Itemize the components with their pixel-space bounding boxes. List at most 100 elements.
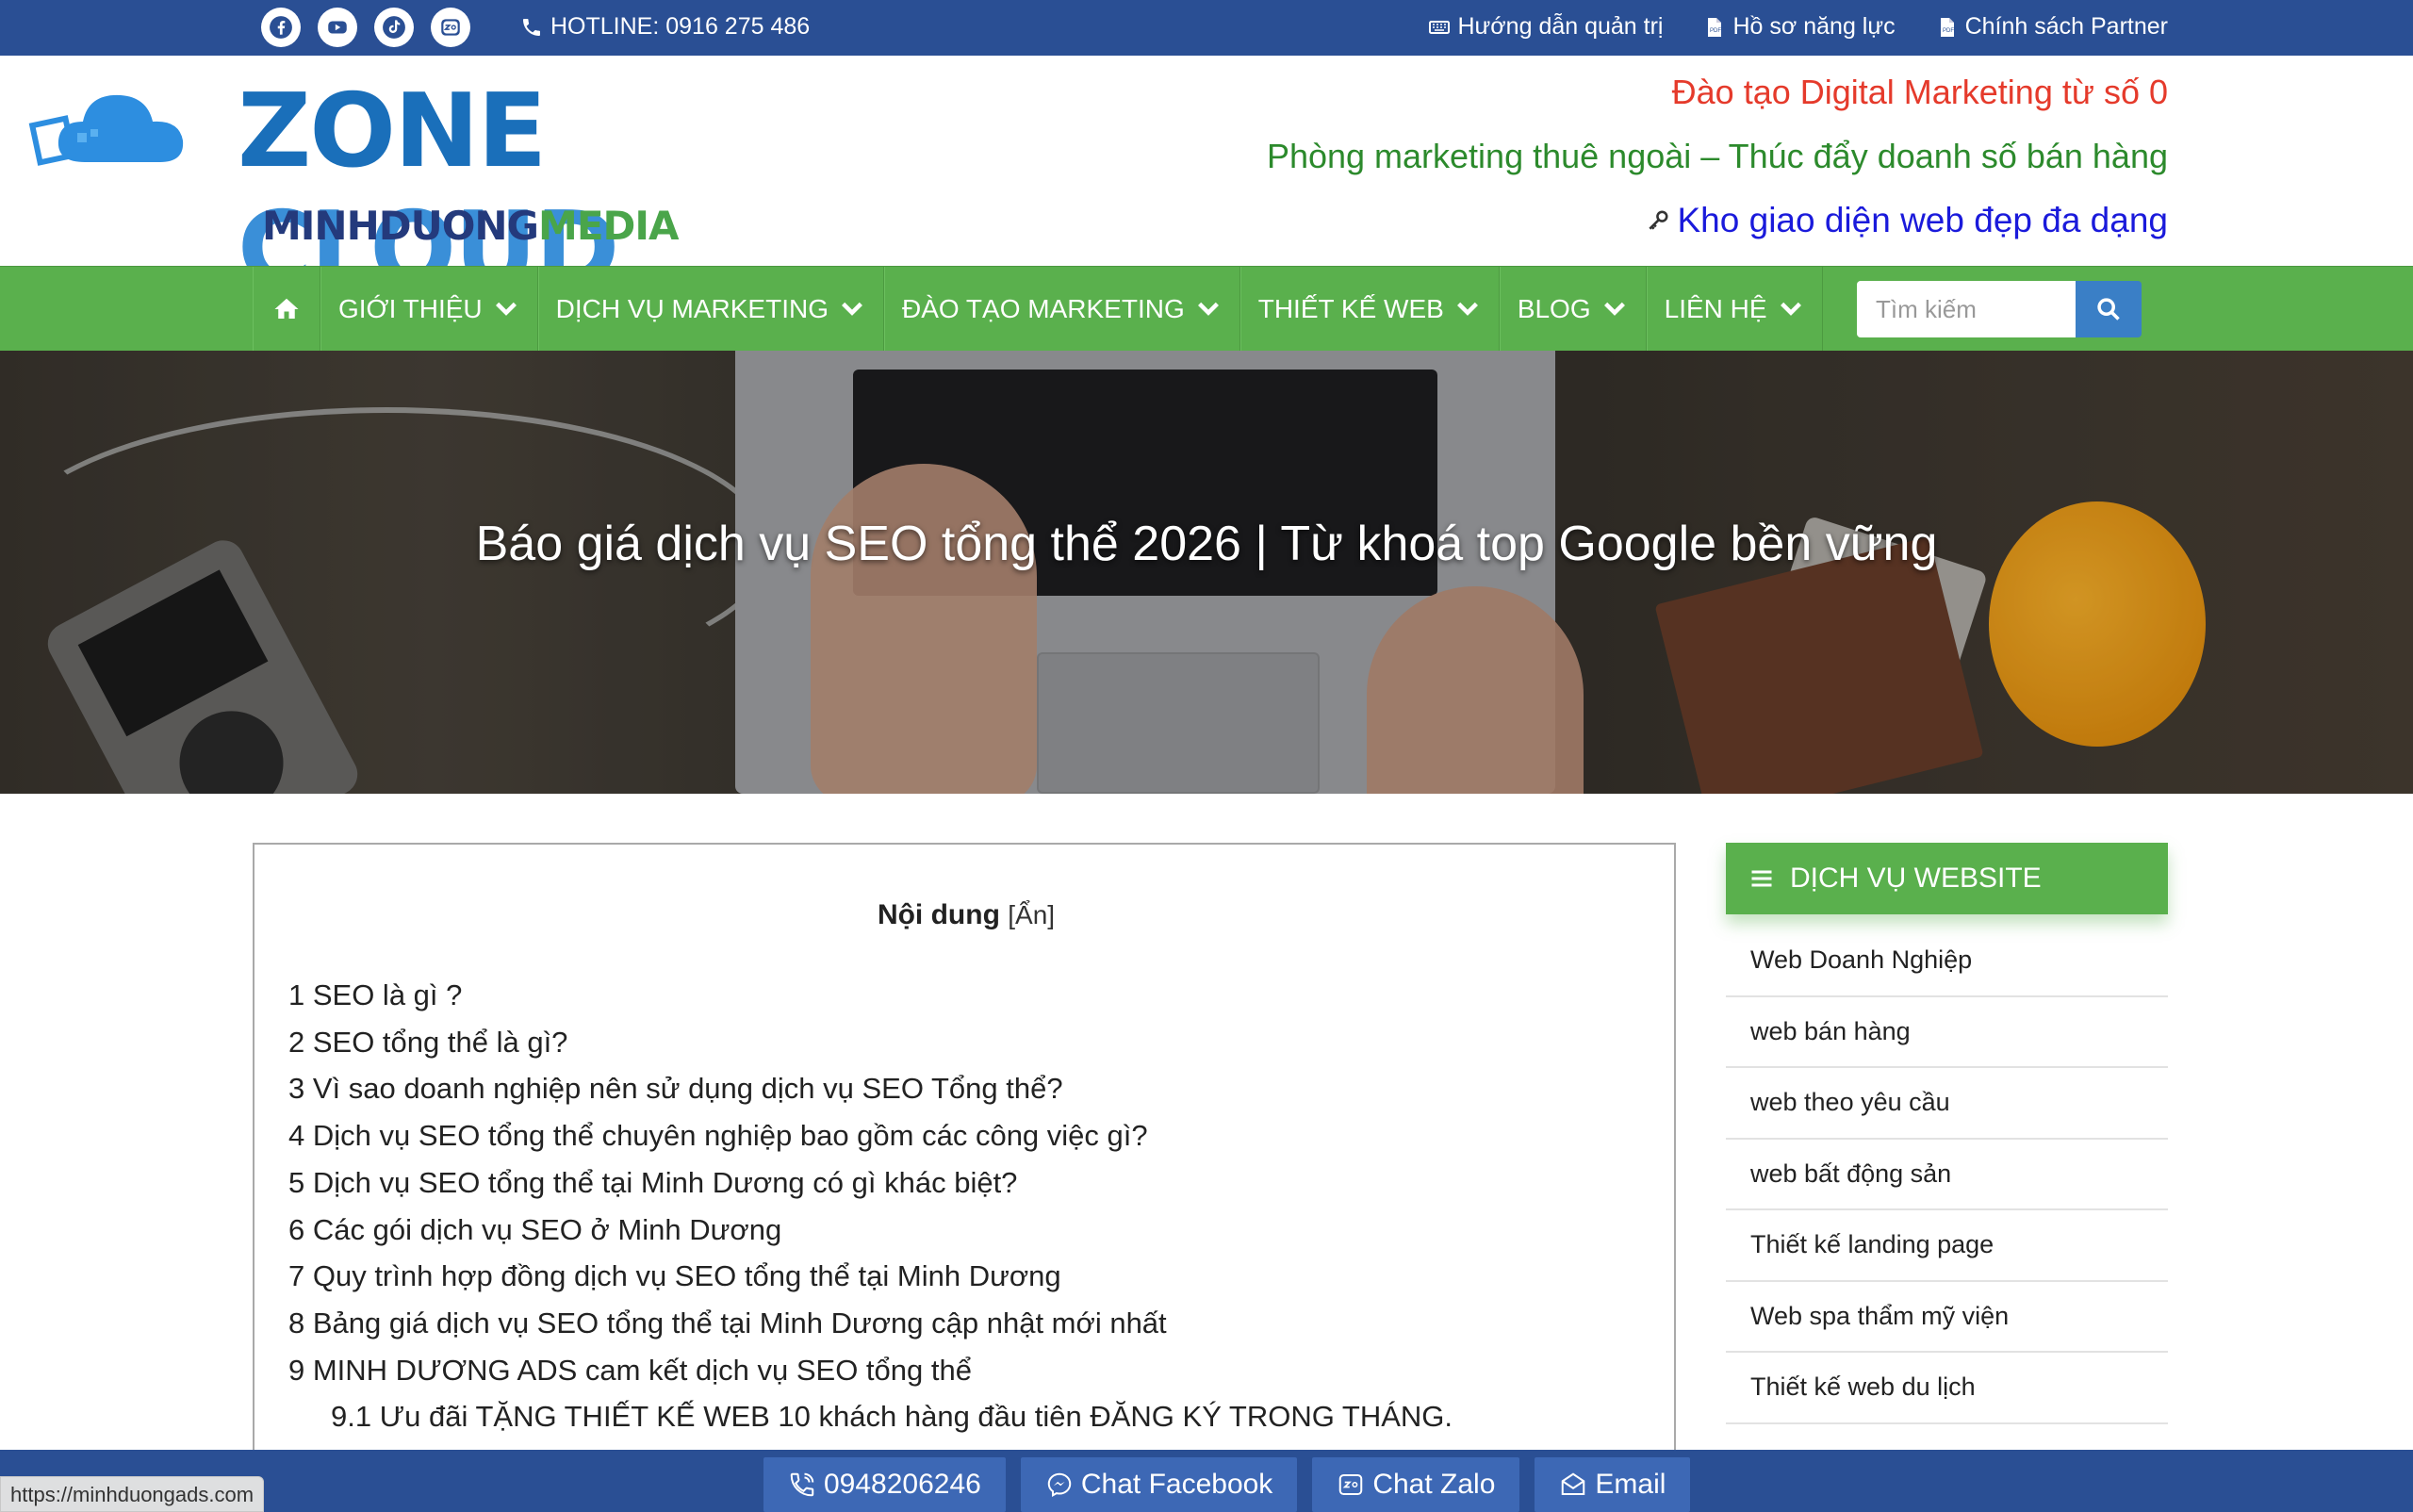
toc-item[interactable]: 3 Vì sao doanh nghiệp nên sử dụng dịch v… (288, 1065, 1453, 1112)
chat-facebook-button[interactable]: Chat Facebook (1020, 1457, 1298, 1512)
zalo-social-link[interactable] (431, 8, 470, 47)
sidebar-header: DỊCH VỤ WEBSITE (1726, 843, 2168, 914)
toc-header: Nội dung [Ẩn] (254, 899, 1678, 931)
header-taglines: Đào tạo Digital Marketing từ số 0 Phòng … (1267, 73, 2168, 240)
chevron-down-icon (1780, 302, 1801, 316)
nav-items: GIỚI THIỆU DỊCH VỤ MARKETING ĐÀO TẠO MAR… (253, 267, 1823, 352)
facebook-icon (270, 16, 292, 39)
cloud-logo-icon (28, 94, 184, 166)
site-logo[interactable]: ZONE CLOUD MINHDUONGMEDIA (28, 65, 858, 308)
nav-about-label: GIỚI THIỆU (338, 294, 483, 323)
nav-blog-label: BLOG (1517, 294, 1591, 323)
home-icon (274, 298, 299, 319)
zalo-chat-icon (1339, 1474, 1363, 1495)
nav-contact-label: LIÊN HỆ (1664, 294, 1767, 323)
partner-policy-link[interactable]: PDF Chính sách Partner (1935, 13, 2168, 41)
search-icon (2097, 298, 2120, 320)
email-icon (1562, 1472, 1585, 1495)
toc-item[interactable]: 2 SEO tổng thể là gì? (288, 1019, 1453, 1066)
nav-web-design[interactable]: THIẾT KẾ WEB (1239, 267, 1500, 352)
chevron-down-icon (495, 302, 517, 316)
tiktok-social-link[interactable] (374, 8, 414, 47)
sidebar-item[interactable]: Thiết kế web du lịch (1726, 1353, 2168, 1424)
contact-buttons: 0948206246 Chat Facebook Chat Zalo Email (763, 1457, 1691, 1512)
toc-item[interactable]: 5 Dịch vụ SEO tổng thể tại Minh Dương có… (288, 1159, 1453, 1207)
sidebar-item[interactable]: Thiết kế landing page (1726, 1210, 2168, 1282)
call-button-label: 0948206246 (824, 1469, 981, 1500)
tagline-outsourcing[interactable]: Phòng marketing thuê ngoài – Thúc đẩy do… (1267, 137, 2168, 176)
chevron-down-icon (1456, 302, 1478, 316)
toc-list: 1 SEO là gì ? 2 SEO tổng thể là gì? 3 Vì… (288, 972, 1453, 1440)
chevron-down-icon (1603, 302, 1625, 316)
sidebar-title: DỊCH VỤ WEBSITE (1790, 863, 2042, 894)
pdf-file-icon: PDF (1708, 17, 1722, 37)
toc-item[interactable]: 7 Quy trình hợp đồng dịch vụ SEO tổng th… (288, 1253, 1453, 1300)
logo-zone-text: ZONE (238, 73, 547, 190)
sidebar-website-services: DỊCH VỤ WEBSITE Web Doanh Nghiệp web bán… (1726, 843, 2168, 1424)
chat-zalo-label: Chat Zalo (1372, 1469, 1496, 1500)
hero-banner: Báo giá dịch vụ SEO tổng thể 2026 | Từ k… (0, 351, 2413, 794)
call-button[interactable]: 0948206246 (763, 1457, 1006, 1512)
youtube-social-link[interactable] (318, 8, 357, 47)
admin-guide-label: Hướng dẫn quản trị (1457, 13, 1664, 40)
hero-overlay (0, 351, 2413, 794)
zalo-icon (441, 19, 460, 36)
key-icon (1648, 210, 1668, 230)
toc-item[interactable]: 8 Bảng giá dịch vụ SEO tổng thể tại Minh… (288, 1300, 1453, 1347)
top-bar: HOTLINE: 0916 275 486 Hướng dẫn quản trị… (0, 0, 2413, 56)
chat-zalo-button[interactable]: Chat Zalo (1312, 1457, 1520, 1512)
logo-subtitle: MINHDUONGMEDIA (262, 203, 680, 249)
tagline-training[interactable]: Đào tạo Digital Marketing từ số 0 (1267, 73, 2168, 112)
menu-icon (1751, 870, 1772, 887)
svg-text:PDF: PDF (1943, 28, 1954, 34)
hotline[interactable]: HOTLINE: 0916 275 486 (520, 13, 810, 41)
nav-marketing-services-label: DỊCH VỤ MARKETING (555, 294, 829, 323)
toc-item[interactable]: 6 Các gói dịch vụ SEO ở Minh Dương (288, 1207, 1453, 1254)
tagline-templates[interactable]: Kho giao diện web đẹp đa dạng (1267, 201, 2168, 240)
chat-facebook-label: Chat Facebook (1080, 1469, 1273, 1500)
toc-item[interactable]: 1 SEO là gì ? (288, 972, 1453, 1019)
sidebar-item[interactable]: Web Doanh Nghiệp (1726, 926, 2168, 997)
toc-title: Nội dung (877, 899, 1000, 930)
company-profile-link[interactable]: PDF Hồ sơ năng lực (1702, 13, 1896, 41)
nav-web-design-label: THIẾT KẾ WEB (1257, 294, 1444, 323)
phone-ring-icon (790, 1472, 814, 1497)
hotline-text: HOTLINE: 0916 275 486 (550, 13, 811, 40)
social-links (261, 8, 470, 47)
sidebar-item[interactable]: web bán hàng (1726, 997, 2168, 1068)
toc-toggle-button[interactable]: [Ẩn] (1008, 900, 1055, 929)
partner-policy-label: Chính sách Partner (1964, 13, 2168, 40)
sidebar-item[interactable]: web bất động sản (1726, 1140, 2168, 1210)
nav-blog[interactable]: BLOG (1499, 267, 1647, 352)
toc-subitem[interactable]: 9.1 Ưu đãi TẶNG THIẾT KẾ WEB 10 khách hà… (288, 1393, 1453, 1440)
tagline-templates-text: Kho giao diện web đẹp đa dạng (1677, 201, 2169, 239)
search-button[interactable] (2076, 281, 2142, 337)
chevron-down-icon (1197, 302, 1219, 316)
nav-about[interactable]: GIỚI THIỆU (320, 267, 538, 352)
table-of-contents: Nội dung [Ẩn] 1 SEO là gì ? 2 SEO tổng t… (253, 843, 1676, 1512)
chevron-down-icon (842, 302, 862, 316)
logo-minhduong-text: MINHDUONG (262, 203, 539, 249)
toc-item[interactable]: 4 Dịch vụ SEO tổng thể chuyên nghiệp bao… (288, 1112, 1453, 1159)
sidebar-item[interactable]: web theo yêu cầu (1726, 1068, 2168, 1140)
search-input[interactable] (1857, 281, 2076, 337)
toc-item[interactable]: 9 MINH DƯƠNG ADS cam kết dịch vụ SEO tổn… (288, 1347, 1453, 1394)
bottom-contact-bar: 0948206246 Chat Facebook Chat Zalo Email (0, 1450, 2413, 1512)
nav-contact[interactable]: LIÊN HỆ (1646, 267, 1823, 352)
nav-marketing-training[interactable]: ĐÀO TẠO MARKETING (883, 267, 1240, 352)
nav-marketing-services[interactable]: DỊCH VỤ MARKETING (537, 267, 884, 352)
facebook-social-link[interactable] (261, 8, 301, 47)
page-title: Báo giá dịch vụ SEO tổng thể 2026 | Từ k… (475, 517, 1938, 571)
nav-home[interactable] (253, 267, 320, 352)
main-nav: GIỚI THIỆU DỊCH VỤ MARKETING ĐÀO TẠO MAR… (0, 266, 2413, 352)
sidebar-list: Web Doanh Nghiệp web bán hàng web theo y… (1726, 926, 2168, 1424)
messenger-icon (1047, 1472, 1072, 1497)
pdf-file-icon: PDF (1940, 17, 1954, 37)
svg-text:PDF: PDF (1710, 28, 1721, 34)
admin-guide-link[interactable]: Hướng dẫn quản trị (1428, 13, 1664, 41)
keyboard-icon (1428, 20, 1450, 34)
tiktok-icon (383, 16, 405, 39)
email-button[interactable]: Email (1535, 1457, 1691, 1512)
logo-media-text: MEDIA (538, 203, 679, 249)
sidebar-item[interactable]: Web spa thẩm mỹ viện (1726, 1282, 2168, 1353)
